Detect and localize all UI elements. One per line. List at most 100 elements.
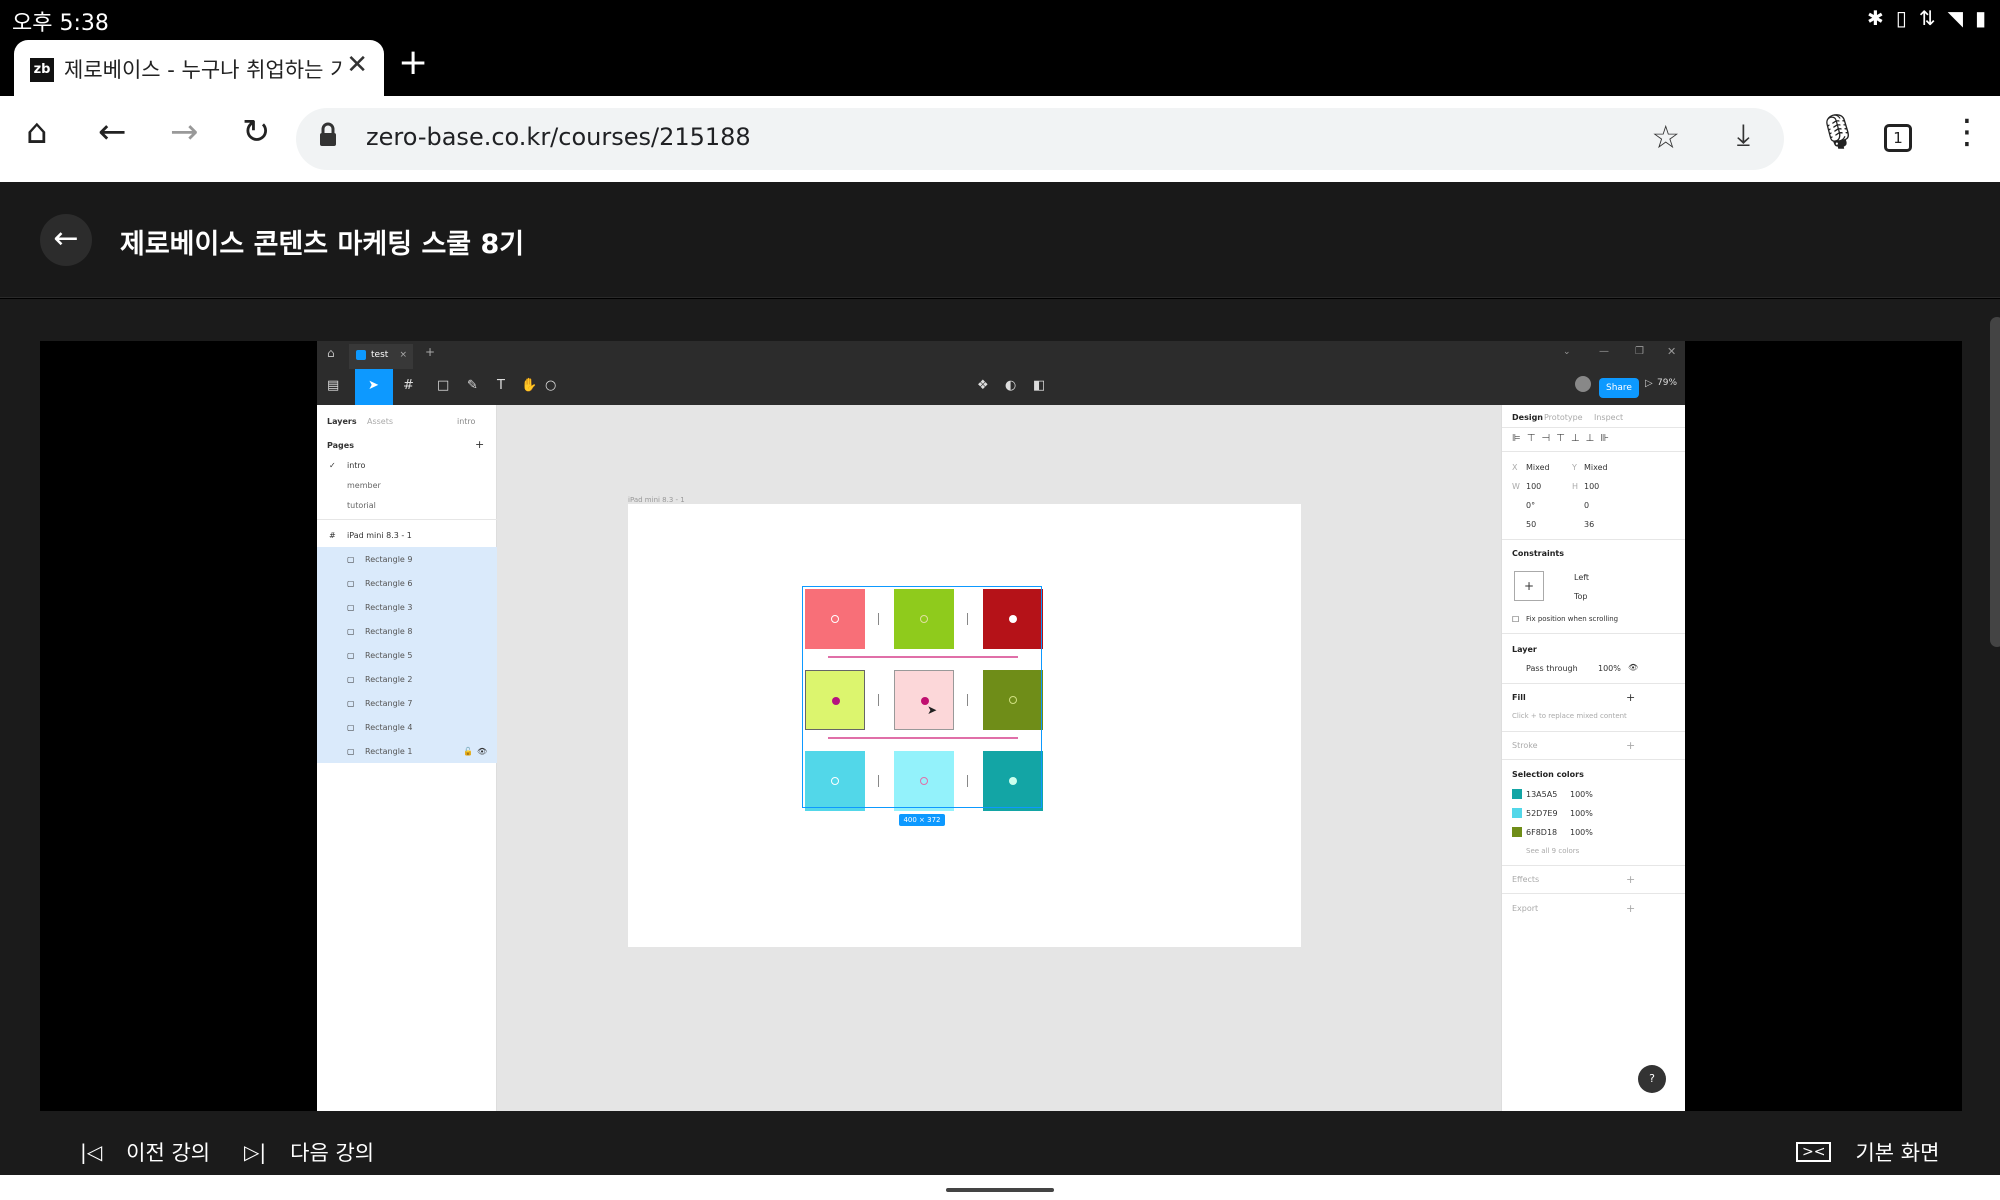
wifi-icon: ◥	[1947, 6, 1963, 30]
figma-layer-row: ▢ Rectangle 3	[317, 595, 497, 619]
figma-pen-tool-icon: ✎	[467, 378, 478, 393]
rectangle-icon: ▢	[347, 723, 355, 732]
constraints-header: Constraints	[1512, 549, 1565, 558]
prev-lecture-button[interactable]: |◁ 이전 강의	[80, 1137, 210, 1167]
gesture-bar	[0, 1175, 2000, 1200]
figma-layer-row: ▢ Rectangle 7	[317, 691, 497, 715]
color-swatch	[1512, 827, 1522, 837]
radius-value: 0	[1584, 501, 1590, 510]
figma-frame-tool-icon: #	[403, 378, 414, 393]
visibility-eye-icon: 👁	[1628, 663, 1639, 672]
reload-icon[interactable]: ↻	[242, 112, 271, 152]
browser-tab-bar: zb 제로베이스 - 누구나 취업하는 기 ✕ +	[0, 36, 2000, 96]
figma-divider	[1502, 759, 1685, 760]
gesture-pill[interactable]	[946, 1188, 1054, 1192]
spacing-b-value: 36	[1584, 520, 1595, 529]
url-field[interactable]: zero-base.co.kr/courses/215188 ☆ ⤓	[296, 108, 1784, 170]
bluetooth-icon: ✱	[1867, 6, 1884, 30]
course-title: 제로베이스 콘텐츠 마케팅 스쿨 8기	[120, 229, 525, 260]
align-icons: ⊫⊤⊣⊤⊥⊥⊪	[1512, 433, 1615, 444]
figma-page-item: tutorial	[347, 501, 376, 510]
figma-divider	[1502, 893, 1685, 894]
figma-divider	[1502, 731, 1685, 732]
microphone-icon[interactable]: 🎙	[1816, 112, 1859, 152]
battery-icon: ▮	[1974, 6, 1986, 30]
figma-window-chevron-icon: ⌄	[1563, 347, 1571, 357]
figma-divider	[1502, 865, 1685, 866]
eye-icon: 👁	[477, 747, 488, 756]
figma-toolbar: ▤ ➤ # □ ✎ T ✋ ○ ❖ ◐ ◧ Share ▷ 79%	[317, 369, 1685, 405]
forward-icon[interactable]: →	[170, 112, 199, 152]
see-all-colors: See all 9 colors	[1526, 847, 1580, 855]
figma-design-tab: Design	[1512, 413, 1543, 422]
color-hex: 52D7E9	[1526, 809, 1558, 818]
color-hex: 6F8D18	[1526, 828, 1558, 837]
figma-assets-tab: Assets	[367, 417, 394, 426]
next-lecture-label: 다음 강의	[290, 1141, 375, 1165]
rotation-value: 0°	[1526, 501, 1536, 510]
figma-layer-row: ▢ Rectangle 4	[317, 715, 497, 739]
constraint-vertical: Top	[1574, 592, 1588, 601]
mouse-cursor-icon: ➤	[927, 703, 938, 717]
figma-new-tab-icon: +	[425, 345, 436, 359]
lock-icon: 🔓	[463, 747, 473, 756]
figma-share-button: Share	[1599, 378, 1639, 398]
figma-layer-name: Rectangle 9	[365, 555, 413, 564]
figma-page-selector: intro	[457, 417, 476, 426]
figma-window: ⌂ test × + ⌄ — ❐ ✕ ▤ ➤ # □ ✎ T ✋ ○ ❖ ◐ ◧…	[317, 341, 1685, 1111]
bookmark-star-icon[interactable]: ☆	[1651, 118, 1680, 156]
help-button: ?	[1638, 1065, 1666, 1093]
add-fill-icon: +	[1626, 691, 1636, 704]
figma-title-bar: ⌂ test × + ⌄ — ❐ ✕	[317, 341, 1685, 369]
figma-zoom: 79%	[1657, 378, 1678, 388]
figma-text-tool-icon: T	[497, 378, 505, 393]
figma-mask-icon: ◐	[1005, 378, 1017, 393]
add-export-icon: +	[1626, 902, 1636, 915]
figma-divider	[317, 519, 497, 520]
lock-icon	[320, 122, 336, 146]
h-value: 100	[1584, 482, 1600, 491]
color-swatch	[1512, 789, 1522, 799]
tab-close-icon[interactable]: ✕	[346, 50, 368, 80]
more-menu-icon[interactable]: ⋮	[1950, 112, 1984, 152]
address-bar: ⌂ ← → ↻ zero-base.co.kr/courses/215188 ☆…	[0, 96, 2000, 182]
figma-layer-name: Rectangle 7	[365, 699, 413, 708]
new-tab-icon[interactable]: +	[398, 42, 428, 83]
video-frame[interactable]: ⌂ test × + ⌄ — ❐ ✕ ▤ ➤ # □ ✎ T ✋ ○ ❖ ◐ ◧…	[40, 341, 1962, 1111]
figma-layer-row: ▢ Rectangle 9	[317, 547, 497, 571]
figma-divider	[1502, 683, 1685, 684]
figma-page-item: member	[347, 481, 381, 490]
layer-opacity: 100%	[1598, 664, 1621, 673]
favicon-icon: zb	[30, 58, 54, 82]
rectangle-icon: ▢	[347, 603, 355, 612]
figma-frame-label: iPad mini 8.3 - 1	[628, 496, 685, 504]
figma-prototype-tab: Prototype	[1544, 413, 1583, 422]
status-time: 오후 5:38	[12, 11, 109, 36]
tab-switcher-button[interactable]: 1	[1884, 124, 1912, 152]
figma-page-item: intro	[347, 461, 366, 470]
figma-layers-panel: Layers Assets intro Pages + ✓ intro membe…	[317, 405, 497, 1111]
layer-header: Layer	[1512, 645, 1537, 654]
back-icon[interactable]: ←	[98, 112, 127, 152]
check-icon: ✓	[329, 461, 336, 470]
color-swatch	[1512, 808, 1522, 818]
next-lecture-button[interactable]: ▷| 다음 강의	[244, 1137, 374, 1167]
view-mode-button[interactable]: >< 기본 화면	[1796, 1137, 1939, 1167]
figma-frame-layer: iPad mini 8.3 - 1	[347, 531, 412, 540]
browser-tab[interactable]: zb 제로베이스 - 누구나 취업하는 기 ✕	[14, 40, 384, 96]
cursor-icon: ➤	[368, 378, 379, 393]
fix-position-label: Fix position when scrolling	[1526, 615, 1619, 623]
screen-mode-icon: ><	[1796, 1142, 1832, 1162]
h-label: H	[1572, 482, 1579, 491]
figma-divider	[1502, 427, 1685, 428]
figma-layers-tab: Layers	[327, 417, 357, 426]
checkbox-icon: ☐	[1512, 615, 1520, 624]
home-icon[interactable]: ⌂	[26, 112, 48, 152]
side-handle[interactable]	[1990, 317, 2000, 647]
course-back-button[interactable]: ←	[40, 214, 92, 266]
figma-boolean-icon: ◧	[1033, 378, 1046, 393]
figma-divider	[1502, 539, 1685, 540]
figma-layer-name: Rectangle 3	[365, 603, 413, 612]
effects-header: Effects	[1512, 875, 1540, 884]
download-icon[interactable]: ⤓	[1737, 118, 1750, 153]
